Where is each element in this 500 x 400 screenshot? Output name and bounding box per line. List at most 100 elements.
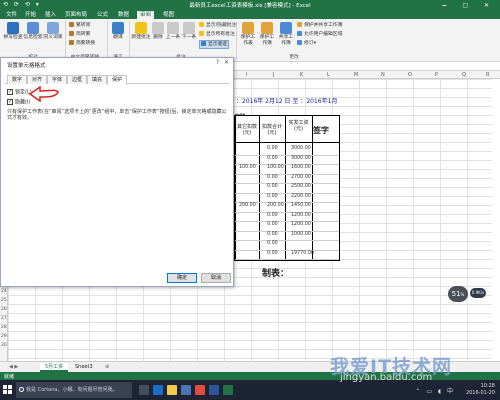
- column-header[interactable]: K: [300, 72, 303, 78]
- close-icon[interactable]: ✕: [224, 59, 229, 66]
- table-cell[interactable]: 0.00: [267, 184, 278, 189]
- table-cell[interactable]: 3000.00: [291, 146, 311, 151]
- taskbar-clock[interactable]: 10:28 2016-01-20: [466, 383, 495, 397]
- table-cell[interactable]: 0.00: [267, 156, 278, 161]
- checkmark-icon: ✓: [7, 89, 13, 95]
- s2t-button[interactable]: 简转繁: [69, 31, 90, 38]
- tab-protection[interactable]: 保护: [107, 75, 128, 85]
- tab-data[interactable]: 数据: [115, 11, 132, 19]
- column-header[interactable]: N: [381, 72, 385, 78]
- convert-button[interactable]: 简繁转换: [69, 40, 95, 47]
- table-cell[interactable]: 1000.00: [291, 232, 311, 237]
- sheet-tab-sheet3[interactable]: Sheet3: [70, 363, 98, 372]
- table-cell[interactable]: 100.00: [267, 165, 284, 170]
- t2s-button[interactable]: 繁转简: [69, 22, 90, 29]
- cortana-search-box[interactable]: 我是 Cortana，小娜。有问题尽管问我。: [16, 382, 132, 398]
- tab-alignment[interactable]: 对齐: [27, 75, 48, 84]
- windows-start-icon[interactable]: [3, 385, 12, 394]
- protect-share-button[interactable]: 保护并共享工作簿: [297, 22, 342, 29]
- tab-font[interactable]: 字体: [47, 75, 68, 84]
- new-comment-button[interactable]: 新建批注: [131, 22, 151, 41]
- row-header[interactable]: 29: [1, 334, 7, 339]
- app-icon[interactable]: [195, 385, 205, 395]
- hidden-checkbox[interactable]: ✓ 隐藏(I): [7, 99, 30, 106]
- table-cell[interactable]: 100.00: [239, 165, 256, 170]
- tab-home[interactable]: 开始: [22, 11, 39, 19]
- speed-ball-widget[interactable]: 51%: [448, 286, 468, 302]
- file-explorer-icon[interactable]: [167, 385, 177, 395]
- row-header[interactable]: 28: [1, 325, 7, 330]
- research-button[interactable]: 信息检索: [23, 22, 43, 41]
- table-cell[interactable]: 19770.00: [291, 251, 314, 256]
- protect-workbook-button[interactable]: 保护工作簿: [258, 22, 276, 47]
- salary-table[interactable]: 其它扣款(元) 扣款合计(元) 实发工资(元) 0.00 3000.00 0.00 3…: [234, 115, 340, 261]
- column-header[interactable]: R: [486, 72, 489, 78]
- system-tray[interactable]: ⌃ ▭ ◖ 中: [415, 386, 455, 395]
- column-header[interactable]: I: [246, 72, 247, 78]
- thesaurus-button[interactable]: 同义词库: [43, 22, 63, 41]
- column-header[interactable]: M: [354, 72, 358, 78]
- table-cell[interactable]: 3000.00: [291, 156, 311, 161]
- tab-view[interactable]: 视图: [160, 11, 177, 19]
- tab-formulas[interactable]: 公式: [94, 11, 111, 19]
- tab-file[interactable]: 文件: [3, 11, 20, 19]
- table-cell[interactable]: 0.00: [267, 232, 278, 237]
- row-header[interactable]: 24: [1, 289, 7, 294]
- delete-comment-button[interactable]: 删除: [151, 22, 165, 41]
- allow-edit-ranges-button[interactable]: 允许用户编辑区域: [297, 31, 342, 38]
- show-all-comments-button[interactable]: 显示所有批注: [199, 31, 235, 38]
- table-cell[interactable]: 0.00: [267, 222, 278, 227]
- table-cell[interactable]: 200.00: [267, 203, 284, 208]
- table-cell[interactable]: 2700.00: [291, 175, 311, 180]
- table-cell[interactable]: 1450.00: [291, 203, 311, 208]
- edge-browser-icon[interactable]: [153, 385, 163, 395]
- tab-number[interactable]: 数字: [7, 75, 28, 84]
- table-cell[interactable]: 2200.00: [291, 194, 311, 199]
- row-header[interactable]: 26: [1, 307, 7, 312]
- table-cell[interactable]: 0.00: [267, 241, 278, 246]
- help-icon[interactable]: ?: [216, 59, 219, 66]
- store-icon[interactable]: [181, 385, 191, 395]
- tab-insert[interactable]: 插入: [42, 11, 59, 19]
- track-changes-button[interactable]: 修订▾: [297, 40, 316, 47]
- column-header[interactable]: J: [273, 72, 274, 78]
- table-cell[interactable]: 0.00: [267, 213, 278, 218]
- excel-icon[interactable]: [223, 385, 233, 395]
- sheet-tab-may-salary[interactable]: 5月工资: [40, 363, 69, 372]
- row-divider: [235, 211, 339, 213]
- row-header[interactable]: 30: [1, 343, 7, 348]
- table-cell[interactable]: 0.00: [267, 175, 278, 180]
- tab-fill[interactable]: 填充: [87, 75, 108, 84]
- prev-comment-button[interactable]: 上一条: [165, 22, 181, 41]
- column-header[interactable]: P: [435, 72, 438, 78]
- sheet-nav-icon[interactable]: ◀ ▶: [4, 363, 23, 372]
- table-cell[interactable]: 200.00: [239, 203, 256, 208]
- table-cell[interactable]: 1200.00: [291, 222, 311, 227]
- row-header[interactable]: 25: [1, 298, 7, 303]
- spell-check-button[interactable]: 拼写检查: [3, 22, 23, 41]
- row-header[interactable]: 27: [1, 316, 7, 321]
- task-view-icon[interactable]: [139, 385, 149, 395]
- table-cell[interactable]: 0.00: [267, 251, 278, 256]
- show-ink-button[interactable]: 显示墨迹: [199, 40, 230, 49]
- table-cell[interactable]: 0.00: [267, 194, 278, 199]
- add-sheet-icon[interactable]: ⊕: [100, 363, 114, 372]
- table-cell[interactable]: 2500.00: [291, 184, 311, 189]
- tab-border[interactable]: 边框: [67, 75, 88, 84]
- word-icon[interactable]: [209, 385, 219, 395]
- translate-button[interactable]: 翻译: [110, 22, 126, 41]
- cancel-button[interactable]: 取消: [201, 273, 231, 283]
- show-hide-comment-button[interactable]: 显示/隐藏批注: [199, 22, 236, 29]
- next-comment-button[interactable]: 下一条: [181, 22, 197, 41]
- table-cell[interactable]: 0.00: [267, 146, 278, 151]
- protect-sheet-button[interactable]: 保护工作表: [239, 22, 257, 47]
- share-workbook-button[interactable]: 共享工作簿: [277, 22, 295, 47]
- column-header[interactable]: Q: [462, 72, 466, 78]
- column-header[interactable]: O: [408, 72, 412, 78]
- tab-review[interactable]: 审阅: [137, 11, 155, 19]
- table-cell[interactable]: 1200.00: [291, 213, 311, 218]
- column-header[interactable]: L: [327, 72, 330, 78]
- ok-button[interactable]: 确定: [167, 273, 197, 283]
- tab-page-layout[interactable]: 页面布局: [62, 11, 90, 19]
- table-cell[interactable]: 1600.00: [291, 165, 311, 170]
